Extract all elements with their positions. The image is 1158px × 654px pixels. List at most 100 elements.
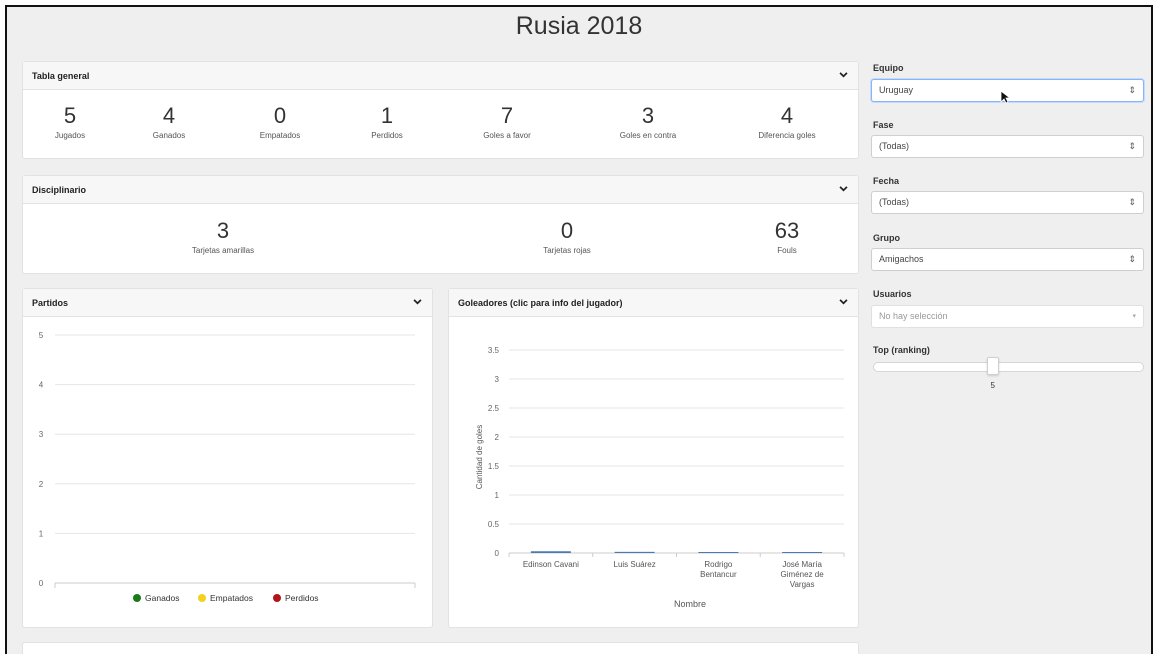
y-tick-label: 2 xyxy=(39,480,44,489)
y-tick-label: 1 xyxy=(39,529,44,538)
bar xyxy=(614,551,655,553)
partidos-panel: Partidos 0 1 2 3 4 5 Ganados Empatados Perdidos xyxy=(23,289,432,627)
stat-tarjetas-amarillas: 3 Tarjetas amarillas xyxy=(163,218,283,255)
legend-marker xyxy=(133,594,141,602)
top-ranking-value: 5 xyxy=(990,381,995,390)
legend-marker xyxy=(198,594,206,602)
stat-value: 63 xyxy=(774,218,800,243)
stat-value: 7 xyxy=(500,103,514,128)
top-ranking-label: Top (ranking) xyxy=(873,345,930,355)
stat-goles-en-contra: 3 Goles en contra xyxy=(588,103,708,140)
stat-value: 0 xyxy=(273,103,287,128)
chevron-down-icon: ▾ xyxy=(1132,313,1136,320)
stat-empatados: 0 Empatados xyxy=(220,103,340,140)
x-tick-label: Luis Suárez xyxy=(614,560,656,569)
y-tick-label: 2 xyxy=(495,433,500,442)
grupo-select[interactable]: Amigachos ⇕ xyxy=(871,248,1144,271)
fase-select[interactable]: (Todas) ⇕ xyxy=(871,135,1144,158)
partidos-header[interactable]: Partidos xyxy=(23,289,432,317)
goleadores-header[interactable]: Goleadores (clic para info del jugador) xyxy=(449,289,858,317)
fase-value: (Todas) xyxy=(879,141,910,151)
fase-label: Fase xyxy=(873,120,894,130)
stat-label: Goles en contra xyxy=(619,131,677,140)
stat-label: Tarjetas rojas xyxy=(543,246,591,255)
disciplinario-panel: Disciplinario 3 Tarjetas amarillas 0 Tar… xyxy=(23,176,858,273)
updown-arrow-icon: ⇕ xyxy=(1128,254,1136,264)
top-ranking-slider-track[interactable] xyxy=(873,362,1144,372)
chevron-down-icon[interactable] xyxy=(839,186,848,192)
stat-label: Tarjetas amarillas xyxy=(191,246,255,255)
chevron-down-icon[interactable] xyxy=(413,299,422,305)
bottom-panel xyxy=(23,643,858,654)
stat-value: 4 xyxy=(780,103,794,128)
disciplinario-header[interactable]: Disciplinario xyxy=(23,176,858,204)
x-tick-label: Rodrigo Bentancur xyxy=(700,560,737,579)
usuarios-placeholder: No hay selección xyxy=(879,311,948,321)
legend-label: Perdidos xyxy=(285,593,319,603)
partidos-title: Partidos xyxy=(32,298,69,308)
y-tick-label: 2.5 xyxy=(488,404,500,413)
updown-arrow-icon: ⇕ xyxy=(1128,141,1136,151)
bar xyxy=(698,552,739,553)
stat-value: 1 xyxy=(380,103,394,128)
grupo-value: Amigachos xyxy=(879,254,924,264)
usuarios-label: Usuarios xyxy=(873,289,912,299)
stat-value: 0 xyxy=(560,218,574,243)
y-tick-label: 5 xyxy=(39,331,44,340)
updown-arrow-icon: ⇕ xyxy=(1128,197,1136,207)
stat-tarjetas-rojas: 0 Tarjetas rojas xyxy=(507,218,627,255)
stat-perdidos: 1 Perdidos xyxy=(327,103,447,140)
mouse-cursor-icon xyxy=(1000,90,1010,104)
stat-goles-a-favor: 7 Goles a favor xyxy=(447,103,567,140)
goleadores-panel: Goleadores (clic para info del jugador) … xyxy=(449,289,858,627)
partidos-chart: 0 1 2 3 4 5 Ganados Empatados Perdidos xyxy=(39,331,416,603)
usuarios-select[interactable]: No hay selección ▾ xyxy=(871,305,1144,328)
y-tick-label: 0 xyxy=(495,549,500,558)
stat-label: Perdidos xyxy=(371,131,403,140)
y-tick-label: 1 xyxy=(495,491,500,500)
grupo-label: Grupo xyxy=(873,233,900,243)
stat-value: 3 xyxy=(641,103,655,128)
stat-label: Diferencia goles xyxy=(758,131,816,140)
legend-marker xyxy=(273,594,281,602)
bar xyxy=(782,552,823,553)
tabla-general-panel: Tabla general 5 Jugados 4 Ganados 0 Empa… xyxy=(23,62,858,158)
y-tick-label: 3 xyxy=(495,375,500,384)
x-tick-label: José María Giménez de Vargas xyxy=(781,560,825,589)
x-tick-label: Edinson Cavani xyxy=(523,560,579,569)
y-tick-label: 1.5 xyxy=(488,462,500,471)
y-tick-label: 3.5 xyxy=(488,346,500,355)
fecha-label: Fecha xyxy=(873,176,900,186)
tabla-general-title: Tabla general xyxy=(32,71,90,81)
y-tick-label: 0 xyxy=(39,579,44,588)
stat-fouls: 63 Fouls xyxy=(727,218,847,255)
updown-arrow-icon: ⇕ xyxy=(1128,85,1136,95)
legend-label: Empatados xyxy=(210,593,253,603)
fecha-select[interactable]: (Todas) ⇕ xyxy=(871,191,1144,214)
chevron-down-icon[interactable] xyxy=(839,72,848,78)
y-tick-label: 3 xyxy=(39,430,44,439)
y-tick-label: 4 xyxy=(39,381,44,390)
chevron-down-icon[interactable] xyxy=(839,299,848,305)
stat-label: Goles a favor xyxy=(483,131,531,140)
x-axis-label: Nombre xyxy=(674,599,706,609)
equipo-label: Equipo xyxy=(873,63,904,73)
stat-label: Fouls xyxy=(777,246,797,255)
stat-value: 3 xyxy=(216,218,230,243)
top-ranking-slider-handle[interactable] xyxy=(987,357,1000,375)
tabla-general-header[interactable]: Tabla general xyxy=(23,62,858,90)
goleadores-chart: 0 0.5 1 1.5 2 2.5 3 3.5 Edinson Cavani Luis Suár… xyxy=(475,346,845,609)
stat-diferencia-goles: 4 Diferencia goles xyxy=(727,103,847,140)
equipo-value: Uruguay xyxy=(879,85,914,95)
y-axis-label: Cantidad de goles xyxy=(475,425,484,490)
disciplinario-title: Disciplinario xyxy=(32,185,87,195)
stat-label: Ganados xyxy=(152,131,186,140)
stat-ganados: 4 Ganados xyxy=(109,103,229,140)
y-tick-label: 0.5 xyxy=(488,520,500,529)
stat-label: Empatados xyxy=(259,131,301,140)
page-title: Rusia 2018 xyxy=(515,12,643,40)
legend-label: Ganados xyxy=(145,593,180,603)
stat-value: 4 xyxy=(162,103,176,128)
goleadores-title: Goleadores (clic para info del jugador) xyxy=(458,298,623,308)
bar xyxy=(530,551,571,553)
